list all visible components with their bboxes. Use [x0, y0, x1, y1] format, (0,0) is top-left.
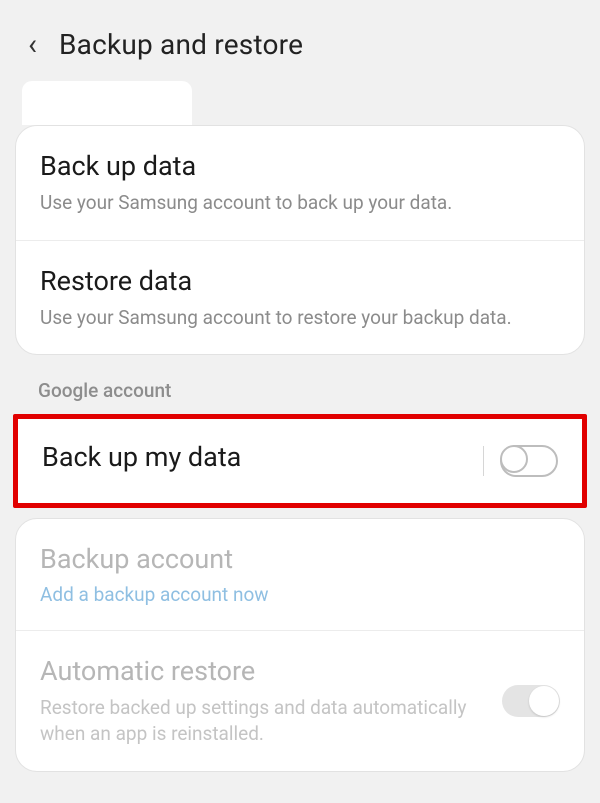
toggle-knob — [529, 686, 559, 716]
backup-account-label: Backup account — [40, 543, 560, 575]
back-icon[interactable]: ‹ — [28, 30, 37, 60]
backup-account-link[interactable]: Add a backup account now — [40, 583, 560, 606]
automatic-restore-toggle-wrap — [502, 685, 560, 717]
automatic-restore-row[interactable]: Automatic restore Restore backed up sett… — [16, 630, 584, 770]
back-up-my-data-card: Back up my data — [18, 419, 582, 503]
restore-data-row[interactable]: Restore data Use your Samsung account to… — [16, 240, 584, 355]
back-up-my-data-label: Back up my data — [42, 441, 558, 473]
back-up-my-data-toggle-wrap — [483, 445, 558, 477]
restore-data-label: Restore data — [40, 265, 560, 297]
google-section-header: Google account — [38, 379, 600, 402]
samsung-account-card: Back up data Use your Samsung account to… — [15, 125, 585, 355]
automatic-restore-label: Automatic restore — [40, 655, 560, 687]
toggle-knob — [500, 445, 528, 473]
back-up-my-data-row[interactable]: Back up my data — [18, 419, 582, 503]
highlight-box: Back up my data — [13, 414, 587, 508]
header: ‹ Backup and restore — [0, 0, 600, 81]
google-options-card: Backup account Add a backup account now … — [15, 518, 585, 771]
restore-data-sub: Use your Samsung account to restore your… — [40, 305, 560, 331]
tab-stub — [22, 81, 192, 125]
automatic-restore-toggle[interactable] — [502, 685, 560, 717]
divider — [483, 446, 484, 476]
back-up-data-label: Back up data — [40, 150, 560, 182]
back-up-data-row[interactable]: Back up data Use your Samsung account to… — [16, 126, 584, 240]
automatic-restore-sub: Restore backed up settings and data auto… — [40, 695, 560, 746]
back-up-data-sub: Use your Samsung account to back up your… — [40, 190, 560, 216]
page-title: Backup and restore — [59, 28, 303, 61]
back-up-my-data-toggle[interactable] — [500, 445, 558, 477]
backup-account-row[interactable]: Backup account Add a backup account now — [16, 519, 584, 630]
